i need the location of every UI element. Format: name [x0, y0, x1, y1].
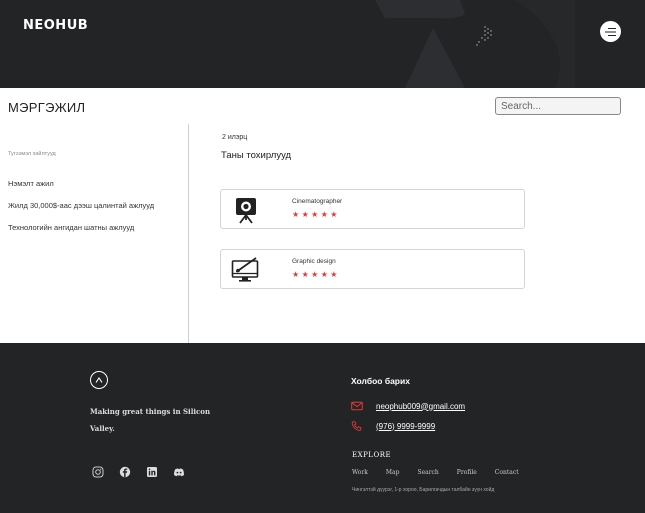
monitor-brush-icon	[231, 257, 259, 282]
facebook-icon[interactable]	[119, 465, 131, 478]
sidebar-heading: Тугээмэл хайлтууд	[8, 151, 56, 157]
sidebar-item-side-jobs[interactable]: Нэмэлт ажил	[8, 179, 54, 188]
card-title: Cinematographer	[292, 198, 343, 205]
site-footer: Making great things in Silicon Valley. Х…	[0, 343, 645, 513]
star-rating: ★★★★★	[292, 270, 340, 279]
contact-email-row: neophub009@gmail.com	[351, 401, 465, 411]
camera-tripod-icon	[236, 198, 256, 224]
social-links	[92, 465, 185, 478]
profession-card[interactable]: Cinematographer ★★★★★	[220, 189, 525, 229]
contact-phone-row: (976) 9999-9999	[351, 421, 435, 431]
section-title: Таны тохирлууд	[221, 150, 292, 161]
explore-nav: Work Map Search Profile Contact	[352, 469, 537, 476]
profession-card[interactable]: Graphic design ★★★★★	[220, 249, 525, 289]
footer-link-map[interactable]: Map	[386, 469, 400, 476]
result-count: 2 илэрц	[222, 134, 248, 141]
page-title: МЭРГЭЖИЛ	[8, 100, 86, 115]
email-link[interactable]: neophub009@gmail.com	[376, 402, 465, 411]
chevron-up-icon	[95, 377, 103, 383]
footer-link-contact[interactable]: Contact	[495, 469, 519, 476]
sidebar-item-tech-entry[interactable]: Технологийн ангидан шатны ажлууд	[8, 223, 134, 232]
sidebar-item-high-salary[interactable]: Жилд 30,000$-аас дээш цалинтай ажлууд	[8, 201, 154, 210]
instagram-icon[interactable]	[92, 465, 104, 478]
footer-link-search[interactable]: Search	[417, 469, 438, 476]
phone-link[interactable]: (976) 9999-9999	[376, 422, 435, 431]
linkedin-icon[interactable]	[146, 465, 158, 477]
footer-address: Чингэлтэй дүүрэг, 1-р хороо, Барилгачдын…	[352, 487, 495, 493]
site-logo[interactable]: NEOHUB	[23, 18, 88, 33]
menu-button[interactable]	[600, 21, 621, 42]
site-header: NEOHUB	[0, 0, 645, 88]
mail-icon	[351, 401, 363, 411]
decorative-background-shape	[375, 0, 575, 88]
card-title: Graphic design	[292, 258, 336, 265]
discord-icon[interactable]	[173, 465, 185, 477]
hamburger-icon	[605, 27, 616, 36]
footer-link-profile[interactable]: Profile	[457, 469, 477, 476]
star-rating: ★★★★★	[292, 210, 340, 219]
search-input[interactable]	[495, 97, 621, 115]
sidebar: Тугээмэл хайлтууд Нэмэлт ажил Жилд 30,00…	[0, 124, 189, 343]
phone-icon	[351, 421, 362, 431]
explore-title: EXPLORE	[352, 451, 392, 459]
footer-link-work[interactable]: Work	[352, 469, 368, 476]
contact-title: Холбоо барих	[351, 376, 410, 386]
footer-logo-icon[interactable]	[90, 371, 108, 389]
footer-tagline: Making great things in Silicon Valley.	[90, 407, 211, 433]
